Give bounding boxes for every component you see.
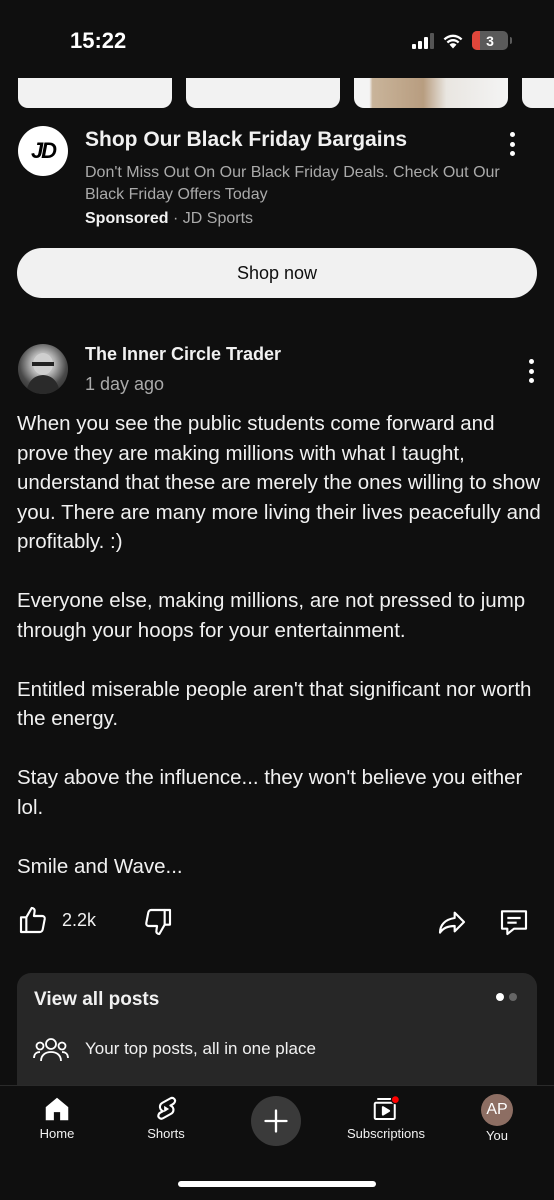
meta-separator: · (173, 210, 179, 227)
nav-you-label: You (486, 1128, 508, 1143)
post-text: When you see the public students come fo… (17, 409, 542, 881)
share-button[interactable] (436, 906, 468, 938)
post-paragraph: Entitled miserable people aren't that si… (17, 677, 532, 731)
dislike-button[interactable] (142, 906, 174, 938)
nav-subscriptions-label: Subscriptions (346, 1126, 426, 1141)
post-paragraph: Stay above the influence... they won't b… (17, 766, 523, 819)
shorts-icon (157, 1096, 177, 1120)
ad-carousel[interactable] (18, 78, 554, 110)
status-time: 15:22 (70, 28, 127, 53)
comments-button[interactable] (497, 906, 531, 938)
create-button[interactable] (251, 1096, 301, 1146)
pagination-dots (496, 993, 517, 1001)
post-author[interactable]: The Inner Circle Trader (85, 344, 281, 365)
nav-home-label: Home (39, 1126, 75, 1141)
avatar-silhouette (26, 353, 60, 394)
ad-meta: Sponsored · JD Sports (85, 210, 253, 228)
thumbs-down-icon (145, 908, 172, 936)
post-timestamp: 1 day ago (85, 374, 165, 394)
carousel-card[interactable] (186, 78, 340, 108)
ad-more-options-icon[interactable] (508, 132, 516, 156)
nav-you[interactable]: AP You (447, 1094, 547, 1143)
share-icon (438, 911, 466, 934)
view-all-posts-subtitle: Your top posts, all in one place (85, 1039, 316, 1058)
people-icon (33, 1035, 69, 1068)
advertiser-logo[interactable]: JD (18, 126, 68, 176)
post-more-options-icon[interactable] (527, 359, 535, 383)
advertiser-name: JD Sports (182, 210, 254, 227)
comment-icon (500, 910, 528, 936)
shop-now-button[interactable]: Shop now (17, 248, 537, 298)
like-button[interactable] (17, 904, 49, 936)
home-icon (45, 1097, 69, 1121)
user-avatar: AP (481, 1094, 513, 1126)
nav-shorts-label: Shorts (147, 1126, 185, 1141)
plus-icon (264, 1109, 288, 1133)
nav-subscriptions[interactable]: Subscriptions (336, 1094, 436, 1141)
thumbs-up-icon (19, 906, 46, 934)
ad-title[interactable]: Shop Our Black Friday Bargains (85, 128, 407, 152)
view-all-posts-title: View all posts (34, 989, 160, 1010)
sponsored-label: Sponsored (85, 210, 169, 227)
battery-level: 3 (486, 32, 494, 49)
ad-description: Don't Miss Out On Our Black Friday Deals… (85, 164, 500, 203)
carousel-card[interactable] (18, 78, 172, 108)
carousel-card-image[interactable] (354, 78, 508, 108)
status-icons: 3 (412, 31, 512, 50)
post-paragraph: When you see the public students come fo… (17, 412, 541, 553)
post-paragraph: Smile and Wave... (17, 854, 183, 878)
channel-avatar[interactable] (18, 344, 68, 394)
carousel-card[interactable] (522, 78, 554, 108)
nav-home[interactable]: Home (7, 1094, 107, 1141)
wifi-icon (443, 34, 463, 49)
battery-icon: 3 (472, 31, 512, 50)
like-count: 2.2k (62, 910, 97, 930)
home-indicator[interactable] (178, 1181, 376, 1187)
nav-shorts[interactable]: Shorts (116, 1094, 216, 1141)
status-bar: 15:22 3 (0, 0, 554, 82)
cellular-signal-icon (412, 32, 434, 49)
view-all-posts-card[interactable]: View all posts Your top posts, all in on… (17, 973, 537, 1085)
post-paragraph: Everyone else, making millions, are not … (17, 589, 526, 642)
subscriptions-icon (373, 1094, 400, 1120)
